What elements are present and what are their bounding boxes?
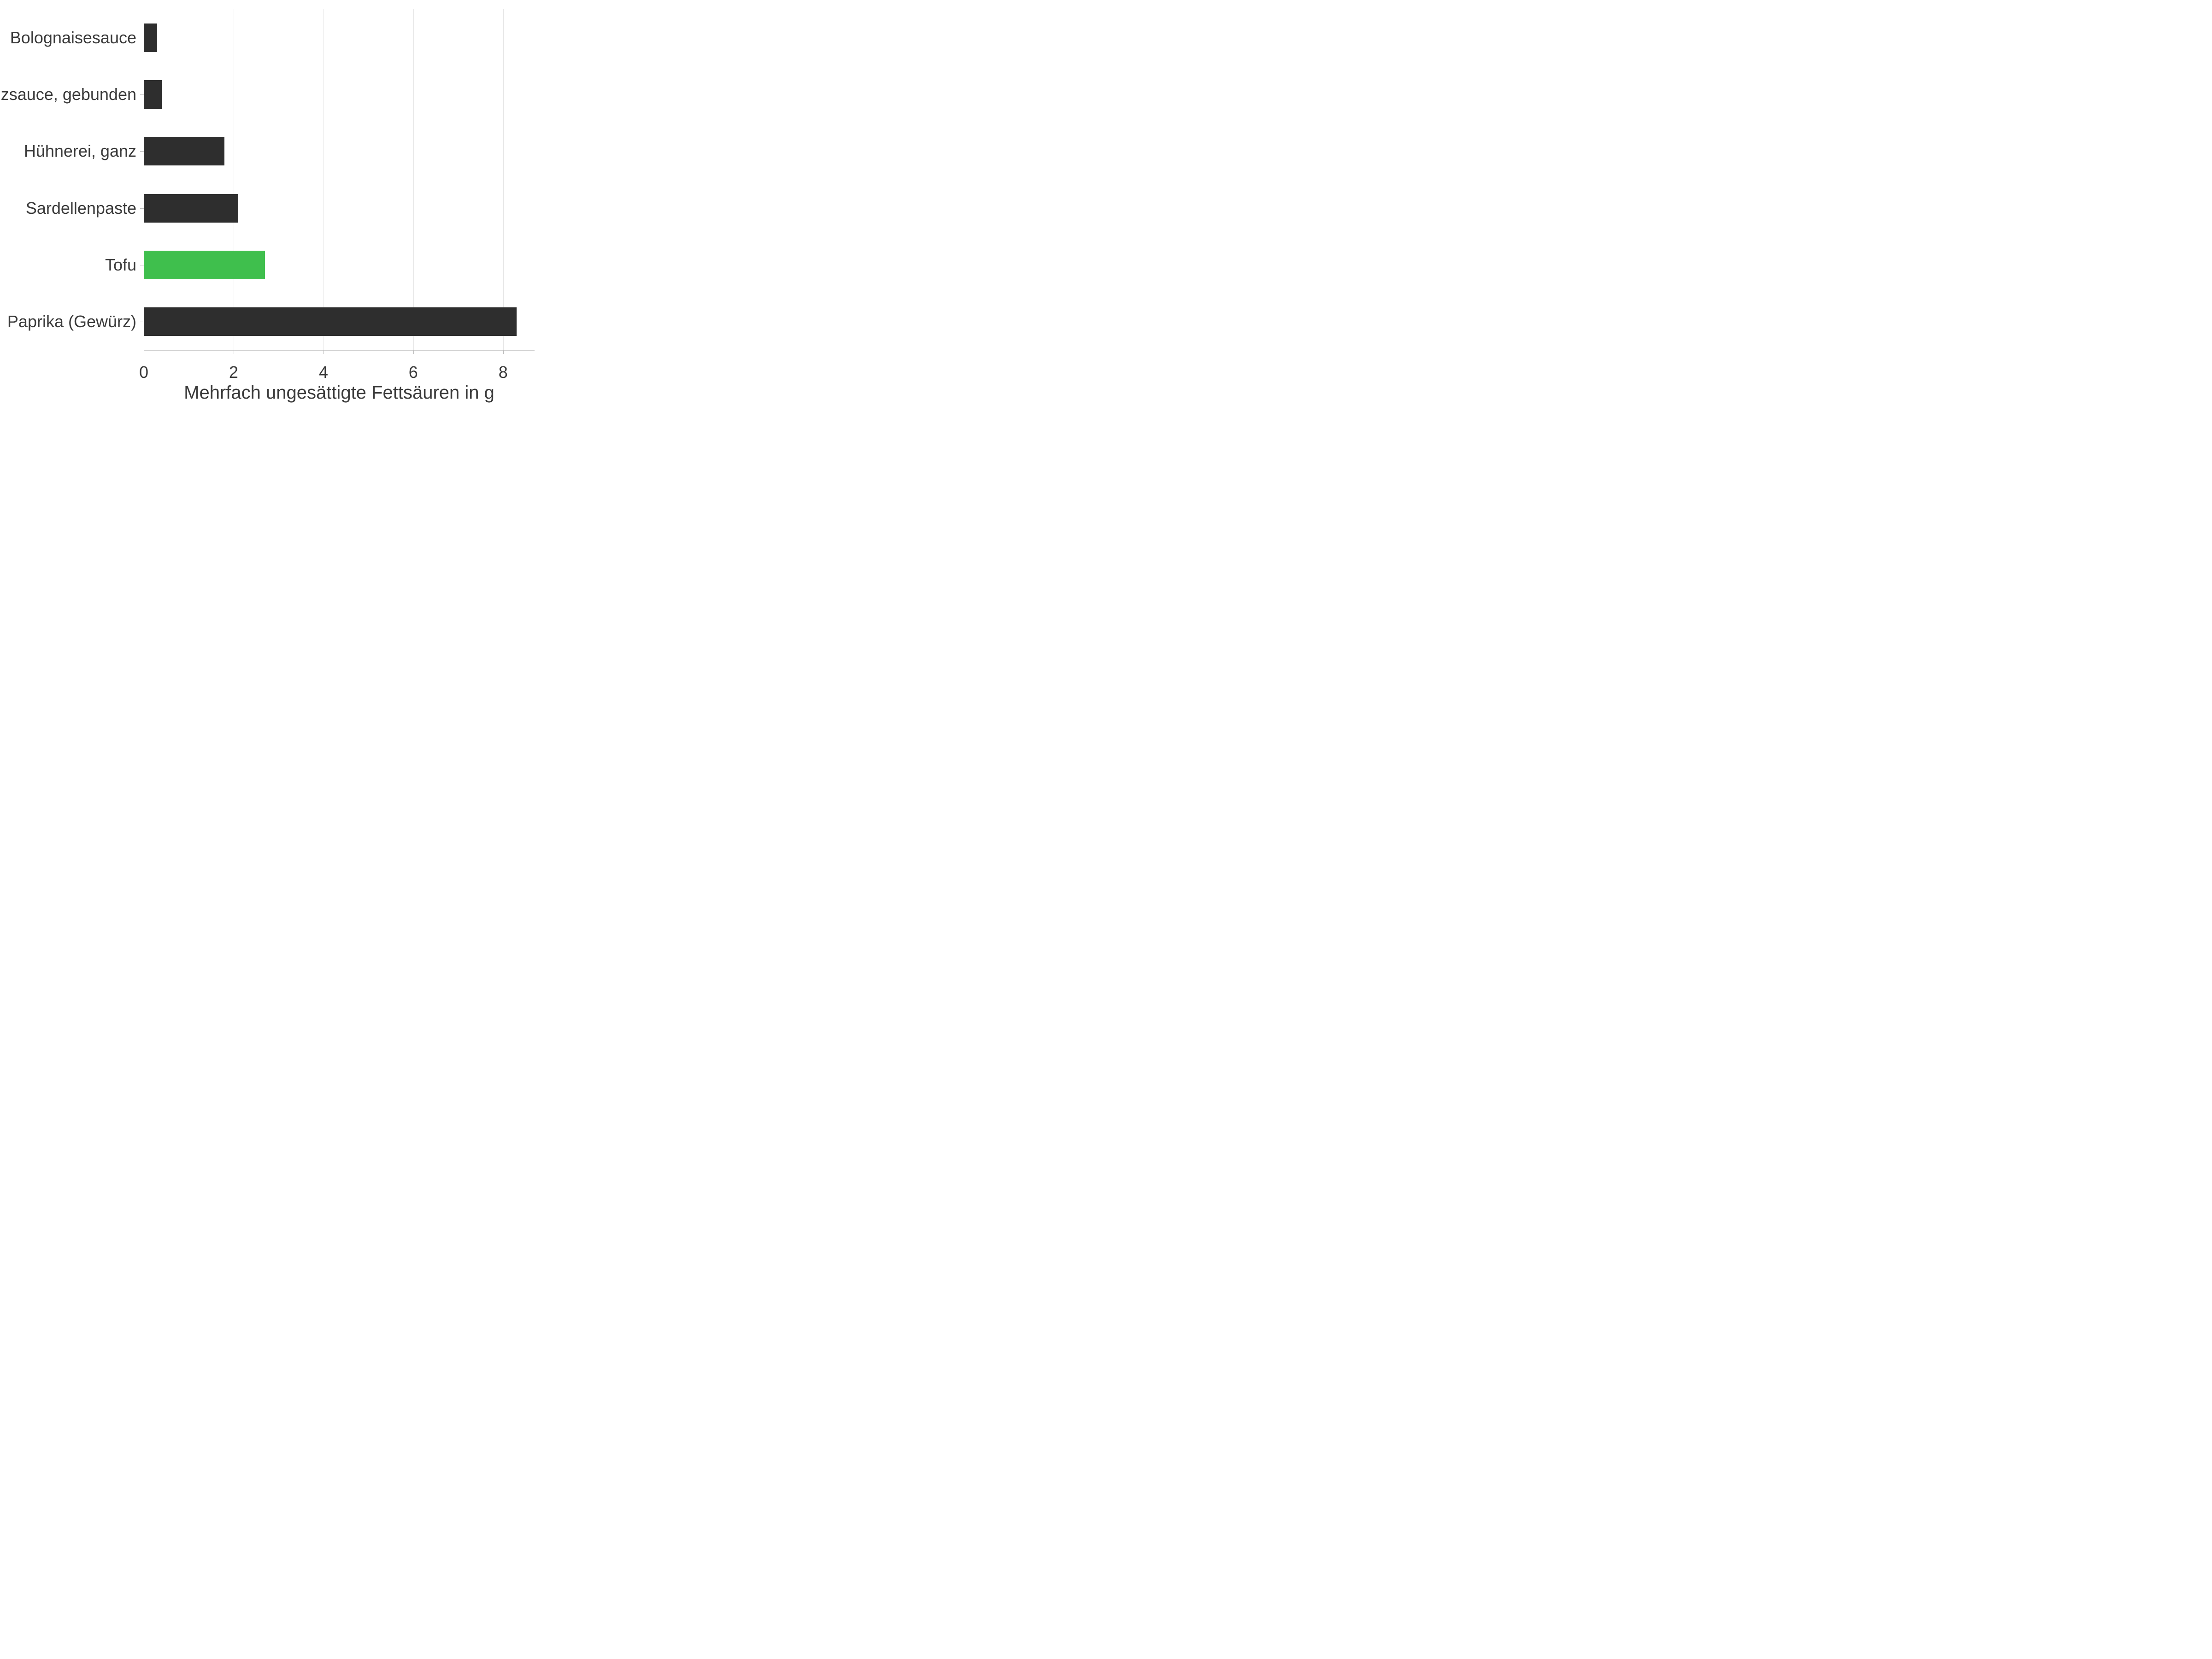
chart-frame: Bolognaisesauce Pilzsauce, gebunden Hühner… bbox=[0, 0, 553, 415]
y-tick-mark bbox=[140, 151, 144, 152]
y-tick-label: Tofu bbox=[105, 257, 136, 273]
x-tick-mark bbox=[413, 350, 414, 354]
y-tick-label: Paprika (Gewürz) bbox=[7, 313, 136, 330]
x-tick-label: 6 bbox=[409, 364, 418, 381]
bar bbox=[144, 137, 224, 165]
x-tick-label: 4 bbox=[319, 364, 328, 381]
bar bbox=[144, 307, 517, 336]
y-tick-mark bbox=[140, 208, 144, 209]
y-tick-label: Hühnerei, ganz bbox=[24, 143, 136, 159]
x-tick-mark bbox=[503, 350, 504, 354]
y-tick-label: Sardellenpaste bbox=[26, 200, 136, 217]
bar bbox=[144, 251, 265, 279]
gridline bbox=[503, 9, 504, 350]
bar bbox=[144, 80, 162, 109]
x-tick-label: 8 bbox=[499, 364, 508, 381]
bar bbox=[144, 24, 157, 52]
x-tick-label: 0 bbox=[139, 364, 148, 381]
plot-area bbox=[144, 9, 535, 350]
y-tick-label: Bolognaisesauce bbox=[10, 29, 136, 46]
y-tick-mark bbox=[140, 94, 144, 95]
x-tick-label: 2 bbox=[229, 364, 238, 381]
x-axis-line bbox=[144, 350, 535, 351]
y-tick-label: Pilzsauce, gebunden bbox=[0, 86, 136, 103]
bar bbox=[144, 194, 238, 223]
x-axis-title: Mehrfach ungesättigte Fettsäuren in g bbox=[144, 382, 535, 403]
gridline bbox=[413, 9, 414, 350]
